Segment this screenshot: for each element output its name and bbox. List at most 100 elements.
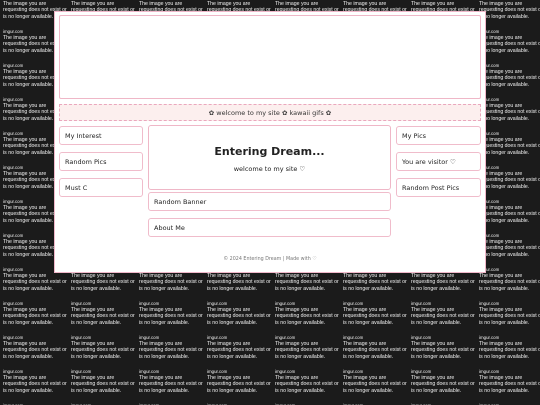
- broken-image-tile: The image you are requesting does not ex…: [479, 137, 540, 171]
- broken-image-message: The image you are requesting does not ex…: [343, 341, 407, 360]
- broken-image-tile: The image you are requesting does not ex…: [71, 307, 139, 341]
- broken-image-message: The image you are requesting does not ex…: [479, 273, 540, 292]
- broken-image-source: imgur.com: [479, 199, 500, 205]
- site-title: Entering Dream...: [214, 145, 325, 158]
- broken-image-message: The image you are requesting does not ex…: [479, 137, 540, 156]
- broken-image-message: The image you are requesting does not ex…: [411, 307, 475, 326]
- broken-image-message: The image you are requesting does not ex…: [479, 239, 540, 258]
- broken-image-message: The image you are requesting does not ex…: [207, 375, 271, 394]
- broken-image-tile: The image you are requesting does not ex…: [479, 35, 540, 69]
- site-subtitle: welcome to my site ♡: [233, 165, 306, 173]
- broken-image-message: The image you are requesting does not ex…: [71, 307, 135, 326]
- broken-image-message: The image you are requesting does not ex…: [3, 375, 67, 394]
- broken-image-source: imgur.com: [207, 301, 228, 307]
- header-banner-box: [59, 15, 481, 99]
- broken-image-tile: The image you are requesting does not ex…: [479, 273, 540, 307]
- broken-image-tile: The image you are requesting does not ex…: [3, 341, 71, 375]
- broken-image-message: The image you are requesting does not ex…: [71, 375, 135, 394]
- broken-image-source: imgur.com: [71, 301, 92, 307]
- broken-image-tile: The image you are requesting does not ex…: [479, 375, 540, 405]
- nav-my-interest[interactable]: My Interest: [59, 126, 143, 145]
- main-content-box: Entering Dream... welcome to my site ♡: [148, 125, 391, 190]
- nav-random-post-pics[interactable]: Random Post Pics: [396, 178, 481, 197]
- broken-image-source: imgur.com: [411, 369, 432, 375]
- broken-image-message: The image you are requesting does not ex…: [411, 341, 475, 360]
- broken-image-tile: The image you are requesting does not ex…: [479, 205, 540, 239]
- broken-image-source: imgur.com: [343, 369, 364, 375]
- broken-image-message: The image you are requesting does not ex…: [479, 1, 540, 20]
- broken-image-source: imgur.com: [71, 335, 92, 341]
- broken-image-message: The image you are requesting does not ex…: [479, 35, 540, 54]
- broken-image-message: The image you are requesting does not ex…: [3, 307, 67, 326]
- broken-image-message: The image you are requesting does not ex…: [71, 273, 135, 292]
- nav-my-pics[interactable]: My Pics: [396, 126, 481, 145]
- broken-image-tile: The image you are requesting does not ex…: [479, 69, 540, 103]
- broken-image-source: imgur.com: [139, 335, 160, 341]
- broken-image-source: imgur.com: [71, 369, 92, 375]
- broken-image-message: The image you are requesting does not ex…: [139, 341, 203, 360]
- broken-image-tile: The image you are requesting does not ex…: [139, 341, 207, 375]
- broken-image-source: imgur.com: [479, 63, 500, 69]
- broken-image-source: imgur.com: [275, 335, 296, 341]
- broken-image-source: imgur.com: [3, 369, 24, 375]
- broken-image-tile: The image you are requesting does not ex…: [3, 273, 71, 307]
- broken-image-tile: The image you are requesting does not ex…: [343, 341, 411, 375]
- broken-image-tile: The image you are requesting does not ex…: [479, 1, 540, 35]
- broken-image-tile: The image you are requesting does not ex…: [71, 341, 139, 375]
- broken-image-source: imgur.com: [479, 97, 500, 103]
- broken-image-tile: The image you are requesting does not ex…: [479, 341, 540, 375]
- broken-image-source: imgur.com: [139, 301, 160, 307]
- broken-image-tile: The image you are requesting does not ex…: [139, 273, 207, 307]
- broken-image-source: imgur.com: [479, 233, 500, 239]
- broken-image-message: The image you are requesting does not ex…: [411, 375, 475, 394]
- visitor-counter: You are visitor ♡: [396, 152, 481, 171]
- broken-image-message: The image you are requesting does not ex…: [3, 273, 67, 292]
- footer-copyright: © 2024 Entering Dream | Made with ♡: [223, 257, 317, 262]
- broken-image-tile: The image you are requesting does not ex…: [479, 239, 540, 273]
- broken-image-message: The image you are requesting does not ex…: [207, 307, 271, 326]
- broken-image-tile: The image you are requesting does not ex…: [275, 307, 343, 341]
- broken-image-tile: The image you are requesting does not ex…: [139, 307, 207, 341]
- broken-image-tile: The image you are requesting does not ex…: [207, 273, 275, 307]
- nav-about-me[interactable]: About Me: [148, 218, 391, 237]
- broken-image-message: The image you are requesting does not ex…: [343, 375, 407, 394]
- broken-image-tile: The image you are requesting does not ex…: [3, 307, 71, 341]
- broken-image-tile: The image you are requesting does not ex…: [343, 273, 411, 307]
- welcome-bar: ✿ welcome to my site ✿ kawaii gifs ✿: [59, 104, 481, 121]
- broken-image-source: imgur.com: [479, 267, 500, 273]
- nav-random-banner[interactable]: Random Banner: [148, 192, 391, 211]
- broken-image-message: The image you are requesting does not ex…: [479, 307, 540, 326]
- broken-image-message: The image you are requesting does not ex…: [479, 69, 540, 88]
- broken-image-tile: The image you are requesting does not ex…: [71, 273, 139, 307]
- broken-image-source: imgur.com: [479, 301, 500, 307]
- broken-image-tile: The image you are requesting does not ex…: [275, 341, 343, 375]
- broken-image-message: The image you are requesting does not ex…: [479, 375, 540, 394]
- broken-image-message: The image you are requesting does not ex…: [275, 375, 339, 394]
- broken-image-source: imgur.com: [411, 335, 432, 341]
- broken-image-message: The image you are requesting does not ex…: [207, 273, 271, 292]
- broken-image-source: imgur.com: [479, 165, 500, 171]
- nav-must-c[interactable]: Must C: [59, 178, 143, 197]
- broken-image-tile: The image you are requesting does not ex…: [479, 103, 540, 137]
- broken-image-tile: The image you are requesting does not ex…: [411, 341, 479, 375]
- broken-image-source: imgur.com: [479, 335, 500, 341]
- broken-image-message: The image you are requesting does not ex…: [343, 307, 407, 326]
- broken-image-tile: The image you are requesting does not ex…: [479, 171, 540, 205]
- broken-image-message: The image you are requesting does not ex…: [3, 341, 67, 360]
- broken-image-message: The image you are requesting does not ex…: [479, 205, 540, 224]
- broken-image-source: imgur.com: [479, 29, 500, 35]
- broken-image-tile: The image you are requesting does not ex…: [411, 307, 479, 341]
- broken-image-source: imgur.com: [207, 369, 228, 375]
- broken-image-message: The image you are requesting does not ex…: [479, 171, 540, 190]
- broken-image-message: The image you are requesting does not ex…: [71, 341, 135, 360]
- broken-image-message: The image you are requesting does not ex…: [411, 273, 475, 292]
- nav-random-pics[interactable]: Random Pics: [59, 152, 143, 171]
- broken-image-source: imgur.com: [343, 301, 364, 307]
- broken-image-message: The image you are requesting does not ex…: [275, 273, 339, 292]
- broken-image-tile: The image you are requesting does not ex…: [343, 375, 411, 405]
- broken-image-message: The image you are requesting does not ex…: [139, 375, 203, 394]
- broken-image-tile: The image you are requesting does not ex…: [207, 375, 275, 405]
- broken-image-tile: The image you are requesting does not ex…: [207, 307, 275, 341]
- broken-image-tile: The image you are requesting does not ex…: [139, 375, 207, 405]
- broken-image-message: The image you are requesting does not ex…: [139, 307, 203, 326]
